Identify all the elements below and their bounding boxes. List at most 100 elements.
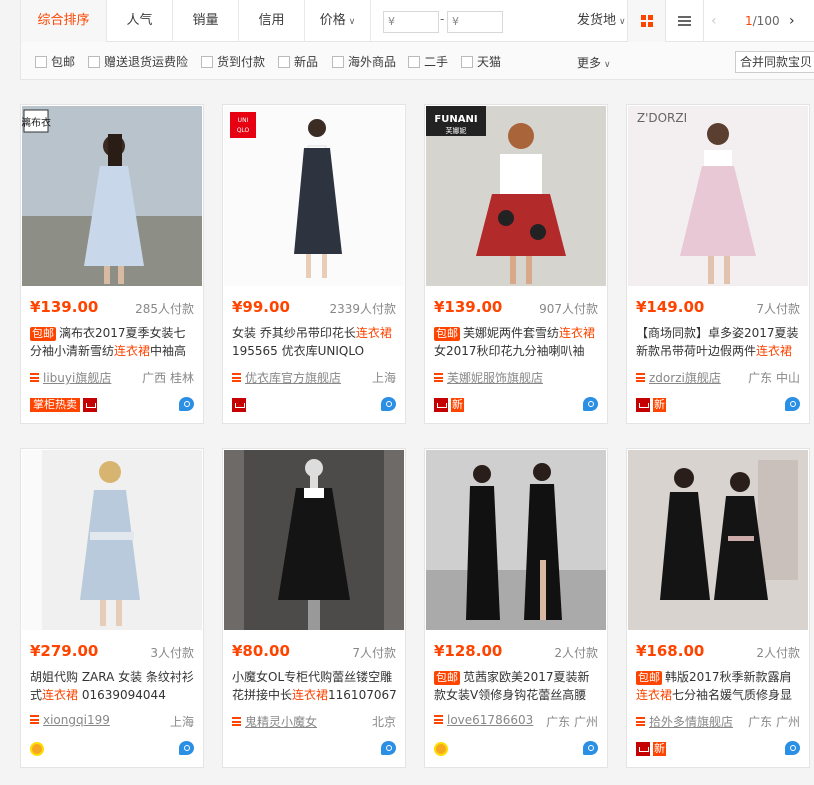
free-shipping-tag: 包邮 <box>30 327 56 341</box>
shop-name: xiongqi199 <box>43 713 110 727</box>
product-price: ¥128.00 <box>434 642 503 660</box>
badges <box>434 741 448 757</box>
checkbox[interactable] <box>461 56 473 68</box>
wangwang-chat-icon[interactable] <box>179 741 194 755</box>
product-card[interactable]: ¥80.00 7人付款 小魔女OL专柜代购蕾丝镂空雕花拼接中长连衣裙116107… <box>222 448 406 768</box>
filter-tmall[interactable]: 天猫 <box>461 54 501 70</box>
svg-text:漓布衣: 漓布衣 <box>22 116 51 129</box>
chevron-down-icon: ∨ <box>348 17 356 27</box>
badges: 新 <box>636 741 666 757</box>
filter-label: 货到付款 <box>217 55 266 69</box>
product-image[interactable]: UNI QLO <box>224 106 404 286</box>
product-price: ¥80.00 <box>232 642 290 660</box>
product-card[interactable]: UNI QLO ¥99.00 2339人付款 女装 乔其纱吊带印花长连衣裙 1955… <box>222 104 406 424</box>
current-page: 1 <box>745 14 753 28</box>
product-image[interactable]: FUNANI 芙娜妮 <box>426 106 606 286</box>
product-image[interactable]: Z'DORZI <box>628 106 808 286</box>
shop-link[interactable]: zdorzi旗舰店 <box>636 369 721 386</box>
product-image[interactable]: 漓布衣 <box>22 106 202 286</box>
product-image[interactable] <box>426 450 606 630</box>
wangwang-chat-icon[interactable] <box>785 397 800 411</box>
shop-link[interactable]: 鬼精灵小魔女 <box>232 713 317 730</box>
product-title[interactable]: 包邮 苋茜家欧美2017夏装新款女装V领修身钩花蕾丝高腰 <box>434 668 600 704</box>
filter-label: 二手 <box>424 55 449 69</box>
shop-link[interactable]: 优衣库官方旗舰店 <box>232 369 341 386</box>
product-image[interactable] <box>628 450 808 630</box>
filter-cod[interactable]: 货到付款 <box>201 54 265 70</box>
shop-icon <box>232 373 241 382</box>
product-card[interactable]: 漓布衣 ¥139.00 285人付款 包邮 漓布衣2017夏季女装七分袖小清新雪纺… <box>20 104 204 706</box>
filter-overseas[interactable]: 海外商品 <box>332 54 396 70</box>
shop-icon <box>636 373 645 382</box>
shop-icon <box>636 717 645 726</box>
product-title[interactable]: 包邮 韩版2017秋季新款露肩连衣裙七分袖名媛气质修身显 <box>636 668 802 704</box>
shop-link[interactable]: 拾外多情旗舰店 <box>636 713 733 730</box>
shop-link[interactable]: 芙娜妮服饰旗舰店 <box>434 369 543 386</box>
sort-credit[interactable]: 信用 <box>239 0 305 42</box>
checkbox[interactable] <box>278 56 290 68</box>
checkbox[interactable] <box>35 56 47 68</box>
sales-count: 285人付款 <box>135 302 194 316</box>
product-card[interactable]: FUNANI 芙娜妮 ¥139.00 907人付款 包邮 芙娜妮两件套雪纺连衣裙女2… <box>424 104 608 424</box>
shop-name: 芙娜妮服饰旗舰店 <box>447 371 544 385</box>
product-title[interactable]: 小魔女OL专柜代购蕾丝镂空雕花拼接中长连衣裙116107067 <box>232 668 398 704</box>
wangwang-chat-icon[interactable] <box>583 397 598 411</box>
product-card[interactable]: ¥128.00 2人付款 包邮 苋茜家欧美2017夏装新款女装V领修身钩花蕾丝高腰… <box>424 448 608 768</box>
shop-link[interactable]: love61786603 <box>434 713 533 727</box>
product-card[interactable]: ¥279.00 3人付款 胡姐代购 ZARA 女装 条纹衬衫式连衣裙 01639… <box>20 448 204 768</box>
sort-popularity[interactable]: 人气 <box>107 0 173 42</box>
product-title[interactable]: 女装 乔其纱吊带印花长连衣裙 195565 优衣库UNIQLO <box>232 324 398 360</box>
filter-new[interactable]: 新品 <box>278 54 318 70</box>
gold-seller-icon <box>434 741 448 756</box>
wangwang-chat-icon[interactable] <box>381 397 396 411</box>
shop-icon <box>434 373 443 382</box>
checkbox[interactable] <box>201 56 213 68</box>
wangwang-chat-icon[interactable] <box>381 741 396 755</box>
checkbox[interactable] <box>408 56 420 68</box>
chevron-down-icon: ∨ <box>619 17 626 27</box>
product-image[interactable] <box>224 450 404 630</box>
wangwang-chat-icon[interactable] <box>785 741 800 755</box>
product-title[interactable]: 包邮 芙娜妮两件套雪纺连衣裙女2017秋印花九分袖喇叭袖 <box>434 324 600 360</box>
sort-price[interactable]: 价格 ∨ <box>305 0 371 42</box>
wangwang-chat-icon[interactable] <box>583 741 598 755</box>
product-title[interactable]: 包邮 漓布衣2017夏季女装七分袖小清新雪纺连衣裙中袖高 <box>30 324 196 360</box>
shop-link[interactable]: libuyi旗舰店 <box>30 369 111 386</box>
svg-text:QLO: QLO <box>237 127 250 134</box>
sort-sales[interactable]: 销量 <box>173 0 239 42</box>
filter-second-hand[interactable]: 二手 <box>408 54 448 70</box>
product-card[interactable]: ¥168.00 2人付款 包邮 韩版2017秋季新款露肩连衣裙七分袖名媛气质修身显… <box>626 448 810 768</box>
wangwang-chat-icon[interactable] <box>179 397 194 411</box>
prev-page-icon[interactable]: ‹ <box>711 0 717 42</box>
sales-count: 3人付款 <box>150 646 194 660</box>
list-view-button[interactable] <box>665 0 703 42</box>
list-icon <box>678 16 691 27</box>
sort-bar: 综合排序 人气 销量 信用 价格 ∨ ¥ - ¥ 发货地 ∨ ‹ 1/100 › <box>20 0 814 42</box>
product-title[interactable]: 【商场同款】卓多姿2017夏装新款吊带荷叶边假两件连衣裙 <box>636 324 802 360</box>
location: 上海 <box>371 371 396 385</box>
price-min-input[interactable]: ¥ <box>383 11 439 33</box>
title-highlight: 连衣裙 <box>292 688 329 702</box>
title-highlight: 连衣裙 <box>559 326 596 340</box>
shop-link[interactable]: xiongqi199 <box>30 713 110 727</box>
title-highlight: 连衣裙 <box>42 688 79 702</box>
sort-comprehensive[interactable]: 综合排序 <box>21 0 107 42</box>
next-page-icon[interactable]: › <box>789 0 795 42</box>
filter-free-shipping[interactable]: 包邮 <box>35 54 75 70</box>
product-image[interactable] <box>22 450 202 630</box>
merge-same-items-button[interactable]: 合并同款宝贝 <box>735 51 814 73</box>
product-title[interactable]: 胡姐代购 ZARA 女装 条纹衬衫式连衣裙 01639094044 <box>30 668 196 704</box>
shop-icon <box>30 373 39 382</box>
svg-text:Z'DORZI: Z'DORZI <box>637 111 687 125</box>
checkbox[interactable] <box>88 56 100 68</box>
title-text-tail: 195565 优衣库UNIQLO <box>232 344 365 358</box>
price-max-input[interactable]: ¥ <box>447 11 503 33</box>
shop-icon <box>434 715 443 724</box>
filter-return-insurance[interactable]: 赠送退货运费险 <box>88 54 188 70</box>
more-filters-button[interactable]: 更多 ∨ <box>577 54 611 71</box>
ship-from-dropdown[interactable]: 发货地 ∨ <box>577 0 626 42</box>
new-badge: 新 <box>653 397 666 412</box>
grid-view-button[interactable] <box>627 0 665 42</box>
product-card[interactable]: Z'DORZI ¥149.00 7人付款 【商场同款】卓多姿2017夏装新款吊带… <box>626 104 810 424</box>
checkbox[interactable] <box>332 56 344 68</box>
